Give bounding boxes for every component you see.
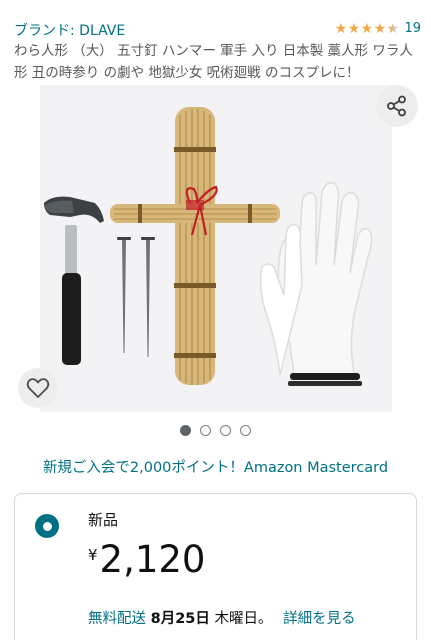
- heart-icon: [26, 378, 50, 398]
- carousel-dot-active[interactable]: [180, 425, 191, 436]
- product-photo-illustration: [40, 85, 392, 412]
- share-icon: [387, 95, 406, 117]
- star-rating: ★ ★ ★ ★ ★: [334, 20, 400, 37]
- rating-count[interactable]: 19: [404, 21, 421, 36]
- carousel-dot[interactable]: [200, 425, 211, 436]
- buy-box-new-offer[interactable]: 新品 ¥ 2,120 無料配送 8月25日 木曜日。 詳細を見る: [14, 493, 417, 640]
- currency-symbol: ¥: [88, 546, 98, 564]
- star-icon: ★: [347, 20, 361, 37]
- credit-card-promo-link[interactable]: 新規ご入会で2,000ポイント！Amazon Mastercard: [0, 456, 431, 477]
- brand-rating-row: ブランド: DLAVE ★ ★ ★ ★ ★ 19: [14, 20, 421, 42]
- star-icon: ★: [334, 20, 348, 37]
- offer-condition: 新品: [88, 511, 119, 529]
- brand-link[interactable]: ブランド: DLAVE: [14, 20, 125, 40]
- offer-radio-selected[interactable]: [35, 514, 59, 538]
- share-button[interactable]: [376, 85, 418, 127]
- carousel-dot[interactable]: [220, 425, 231, 436]
- price-value: 2,120: [99, 538, 206, 581]
- carousel-indicator: [0, 425, 431, 436]
- price: ¥ 2,120: [88, 538, 205, 582]
- free-delivery-link[interactable]: 無料配送: [88, 611, 146, 627]
- delivery-info: 無料配送 8月25日 木曜日。 詳細を見る: [88, 607, 356, 628]
- delivery-weekday: 木曜日。: [214, 611, 273, 627]
- delivery-date: 8月25日: [150, 611, 210, 627]
- add-to-list-button[interactable]: [18, 368, 58, 408]
- product-image-gallery[interactable]: [0, 85, 431, 412]
- rating[interactable]: ★ ★ ★ ★ ★ 19: [334, 21, 421, 36]
- radio-dot: [42, 521, 52, 531]
- star-half-icon: ★: [386, 20, 400, 37]
- star-icon: ★: [360, 20, 374, 37]
- delivery-details-link[interactable]: 詳細を見る: [283, 611, 356, 627]
- product-image[interactable]: [40, 85, 392, 412]
- product-title: わら人形 （大） 五寸釘 ハンマー 軍手 入り 日本製 藁人形 ワラ人形 丑の時…: [14, 43, 413, 81]
- carousel-dot[interactable]: [240, 425, 251, 436]
- star-icon: ★: [373, 20, 387, 37]
